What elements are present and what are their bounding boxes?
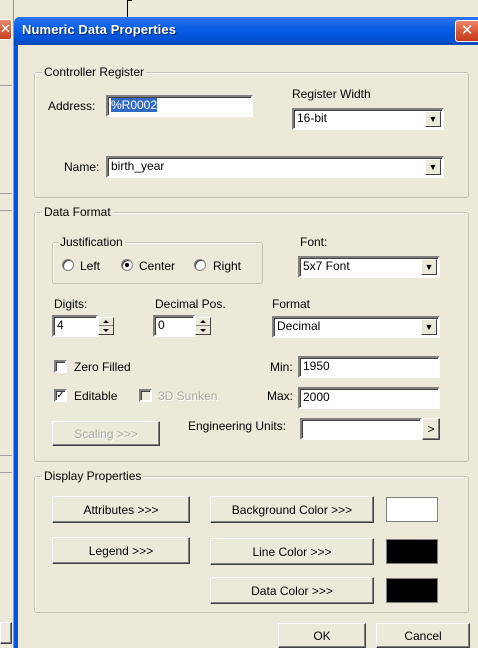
format-value: Decimal: [277, 319, 321, 333]
legend-button[interactable]: Legend >>>: [52, 537, 190, 564]
line-color-swatch[interactable]: [386, 539, 438, 564]
justify-right-radio[interactable]: [194, 259, 206, 271]
chevron-down-icon[interactable]: ▼: [425, 111, 441, 127]
register-width-value: 16-bit: [297, 111, 328, 125]
max-input[interactable]: 2000: [298, 387, 440, 409]
register-width-label: Register Width: [292, 87, 371, 101]
engineering-units-input[interactable]: [300, 418, 422, 440]
background-color-button[interactable]: Background Color >>>: [210, 496, 374, 523]
background-color-swatch[interactable]: [386, 497, 438, 522]
name-label: Name:: [64, 160, 100, 174]
font-label: Font:: [300, 235, 328, 249]
cancel-button[interactable]: Cancel: [376, 623, 470, 648]
digits-stepper[interactable]: [98, 317, 114, 335]
editable-checkbox[interactable]: ✓: [54, 389, 67, 402]
engineering-units-label: Engineering Units:: [188, 419, 287, 433]
zero-filled-checkbox[interactable]: [54, 360, 67, 373]
digits-value: 4: [57, 318, 64, 332]
pointer-line: [127, 0, 128, 18]
data-color-button[interactable]: Data Color >>>: [210, 577, 374, 604]
attributes-button[interactable]: Attributes >>>: [52, 496, 190, 523]
font-select[interactable]: 5x7 Font ▼: [298, 256, 440, 278]
justification-title: Justification: [58, 235, 125, 249]
controller-register-group: [34, 72, 469, 198]
background-window-button[interactable]: [0, 622, 12, 644]
background-window-close-icon[interactable]: ✕: [0, 19, 12, 40]
ok-button[interactable]: OK: [278, 623, 366, 648]
address-input[interactable]: %R0002: [106, 95, 253, 117]
scaling-button[interactable]: Scaling >>>: [52, 421, 160, 446]
editable-label[interactable]: Editable: [74, 389, 117, 403]
dialog-title: Numeric Data Properties: [22, 22, 177, 37]
digits-input[interactable]: 4: [52, 315, 98, 337]
sunken-checkbox[interactable]: [139, 389, 152, 402]
min-label: Min:: [270, 360, 293, 374]
data-color-swatch[interactable]: [386, 578, 438, 603]
max-label: Max:: [267, 389, 294, 403]
max-value: 2000: [303, 390, 330, 404]
digits-label: Digits:: [54, 297, 88, 311]
justify-right-label[interactable]: Right: [213, 259, 241, 273]
format-label: Format: [272, 297, 311, 311]
justify-center-label[interactable]: Center: [139, 259, 175, 273]
font-value: 5x7 Font: [303, 259, 350, 273]
sunken-label: 3D Sunken: [158, 389, 218, 403]
min-input[interactable]: 1950: [298, 356, 440, 378]
display-properties-title: Display Properties: [42, 469, 144, 483]
justify-left-radio[interactable]: [62, 259, 74, 271]
line-color-button[interactable]: Line Color >>>: [210, 538, 374, 565]
name-value: birth_year: [111, 159, 165, 173]
chevron-down-icon[interactable]: ▼: [425, 159, 441, 175]
justify-center-radio[interactable]: [121, 259, 133, 271]
zero-filled-label[interactable]: Zero Filled: [74, 360, 131, 374]
decimal-pos-input[interactable]: 0: [153, 315, 195, 337]
register-width-select[interactable]: 16-bit ▼: [292, 108, 444, 130]
format-select[interactable]: Decimal ▼: [272, 316, 440, 338]
justify-left-label[interactable]: Left: [80, 259, 100, 273]
decimal-pos-label: Decimal Pos.: [155, 297, 226, 311]
decimal-pos-value: 0: [158, 318, 165, 332]
chevron-down-icon[interactable]: ▼: [421, 319, 437, 335]
name-select[interactable]: birth_year ▼: [106, 156, 444, 178]
min-value: 1950: [303, 359, 330, 373]
decimal-pos-stepper[interactable]: [195, 317, 211, 335]
engineering-units-browse-button[interactable]: >: [422, 418, 440, 440]
data-format-title: Data Format: [42, 205, 113, 219]
background-window-edge: [0, 0, 14, 648]
address-label: Address:: [48, 99, 96, 113]
pointer-tick: [127, 0, 132, 1]
controller-register-title: Controller Register: [42, 65, 147, 79]
chevron-down-icon[interactable]: ▼: [421, 259, 437, 275]
close-icon[interactable]: ✕: [455, 20, 478, 42]
address-value: %R0002: [111, 98, 158, 112]
